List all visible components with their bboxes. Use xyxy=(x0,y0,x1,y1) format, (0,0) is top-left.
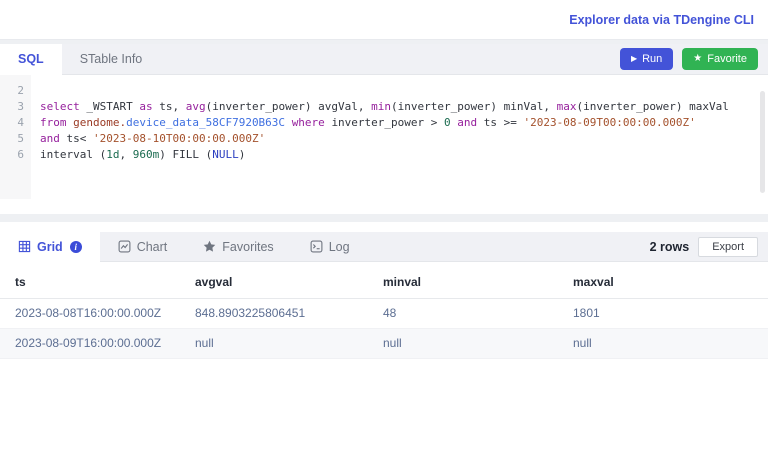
column-header-minval: minval xyxy=(383,267,573,299)
code-token-tbl: device_data_58CF7920B63C xyxy=(126,116,292,129)
tab-favorites[interactable]: Favorites xyxy=(185,232,291,261)
play-icon: ▶ xyxy=(631,55,637,63)
code-token-kw: avg xyxy=(186,100,206,113)
line-number: 6 xyxy=(0,147,31,163)
tab-chart[interactable]: Chart xyxy=(100,232,186,261)
table-cell: 48 xyxy=(383,299,573,329)
code-token-pl: (inverter_power) minVal, xyxy=(391,100,557,113)
code-token-pl: ts >= xyxy=(484,116,524,129)
star-icon xyxy=(203,240,216,253)
code-token-str: '2023-08-09T00:00:00.000Z' xyxy=(524,116,696,129)
table-row: 2023-08-09T16:00:00.000Znullnullnull xyxy=(0,329,768,359)
table-cell: null xyxy=(195,329,383,359)
code-line: select _WSTART as ts, avg(inverter_power… xyxy=(40,99,729,115)
table-cell: 848.8903225806451 xyxy=(195,299,383,329)
code-token-kw: as xyxy=(139,100,159,113)
sql-actions: ▶ Run ★ Favorite xyxy=(620,44,768,74)
result-tabs-container: Gridi Chart Favorites Log xyxy=(0,232,368,261)
result-tabbar: Gridi Chart Favorites Log 2 rows Export xyxy=(0,232,768,262)
star-icon: ★ xyxy=(693,54,702,64)
code-token-str: '2023-08-10T00:00:00.000Z' xyxy=(93,132,265,145)
result-table: tsavgvalminvalmaxval 2023-08-08T16:00:00… xyxy=(0,267,768,359)
code-token-atom: NULL xyxy=(212,148,239,161)
run-button-label: Run xyxy=(642,53,662,65)
table-row: 2023-08-08T16:00:00.000Z848.890322580645… xyxy=(0,299,768,329)
code-token-pl: inverter_power > xyxy=(331,116,444,129)
code-line xyxy=(40,83,729,99)
result-actions: 2 rows Export xyxy=(650,232,768,261)
column-header-avgval: avgval xyxy=(195,267,383,299)
line-number: 4 xyxy=(0,115,31,131)
code-token-pl: ts, xyxy=(159,100,186,113)
code-token-pl: (inverter_power) maxVal xyxy=(577,100,729,113)
explorer-cli-link[interactable]: Explorer data via TDengine CLI xyxy=(569,13,754,27)
code-token-pl: interval ( xyxy=(40,148,106,161)
favorite-button[interactable]: ★ Favorite xyxy=(682,48,758,70)
tab-log[interactable]: Log xyxy=(292,232,368,261)
code-token-sch: gendome. xyxy=(73,116,126,129)
result-card: Gridi Chart Favorites Log 2 rows Export tsa… xyxy=(0,222,768,458)
code-token-num: 0 xyxy=(444,116,457,129)
code-token-kw: and xyxy=(40,132,67,145)
code-token-pl: (inverter_power) avgVal, xyxy=(206,100,372,113)
chart-icon xyxy=(118,240,131,253)
code-token-pl: , xyxy=(119,148,132,161)
table-cell: 1801 xyxy=(573,299,768,329)
code-token-pl: _WSTART xyxy=(86,100,139,113)
tab-label-log: Log xyxy=(329,240,350,254)
tab-label-grid: Grid xyxy=(37,240,63,254)
panel-gap xyxy=(0,214,768,222)
run-button[interactable]: ▶ Run xyxy=(620,48,673,70)
log-icon xyxy=(310,240,323,253)
code-token-pl: ) FILL ( xyxy=(159,148,212,161)
code-line: interval (1d, 960m) FILL (NULL) xyxy=(40,147,729,163)
top-header: Explorer data via TDengine CLI xyxy=(0,0,768,40)
sql-editor[interactable]: 23456 select _WSTART as ts, avg(inverter… xyxy=(0,75,768,214)
code-token-pl: ) xyxy=(239,148,246,161)
row-count: 2 rows xyxy=(650,240,690,254)
column-header-ts: ts xyxy=(0,267,195,299)
tab-sql[interactable]: SQL xyxy=(0,44,62,75)
editor-scrollbar[interactable] xyxy=(760,91,765,193)
table-cell: null xyxy=(383,329,573,359)
editor-line-number-gutter: 23456 xyxy=(0,75,31,199)
code-token-kw: where xyxy=(292,116,332,129)
tab-grid[interactable]: Gridi xyxy=(0,232,100,262)
code-token-kw: from xyxy=(40,116,73,129)
info-icon[interactable]: i xyxy=(70,241,82,253)
editor-code-area[interactable]: select _WSTART as ts, avg(inverter_power… xyxy=(31,75,729,214)
line-number: 3 xyxy=(0,99,31,115)
code-token-pl: ts< xyxy=(67,132,94,145)
column-header-maxval: maxval xyxy=(573,267,768,299)
tab-label-chart: Chart xyxy=(137,240,168,254)
code-token-kw: select xyxy=(40,100,86,113)
result-table-header-row: tsavgvalminvalmaxval xyxy=(0,267,768,299)
sql-tabbar: SQLSTable Info ▶ Run ★ Favorite xyxy=(0,44,768,75)
line-number: 2 xyxy=(0,83,31,99)
table-cell: 2023-08-09T16:00:00.000Z xyxy=(0,329,195,359)
table-cell: 2023-08-08T16:00:00.000Z xyxy=(0,299,195,329)
sql-tabs-container: SQLSTable Info xyxy=(0,44,160,74)
export-button[interactable]: Export xyxy=(698,237,758,257)
tab-stable-info[interactable]: STable Info xyxy=(62,44,161,74)
code-token-kw: and xyxy=(457,116,484,129)
table-cell: null xyxy=(573,329,768,359)
code-token-kw: max xyxy=(557,100,577,113)
line-number: 5 xyxy=(0,131,31,147)
sql-card: SQLSTable Info ▶ Run ★ Favorite 23456 se… xyxy=(0,44,768,214)
favorite-button-label: Favorite xyxy=(707,53,747,65)
code-line: from gendome.device_data_58CF7920B63C wh… xyxy=(40,115,729,131)
code-token-kw: min xyxy=(371,100,391,113)
code-line: and ts< '2023-08-10T00:00:00.000Z' xyxy=(40,131,729,147)
code-token-num: 1d xyxy=(106,148,119,161)
code-token-num: 960m xyxy=(133,148,160,161)
tab-label-favorites: Favorites xyxy=(222,240,273,254)
grid-icon xyxy=(18,240,31,253)
